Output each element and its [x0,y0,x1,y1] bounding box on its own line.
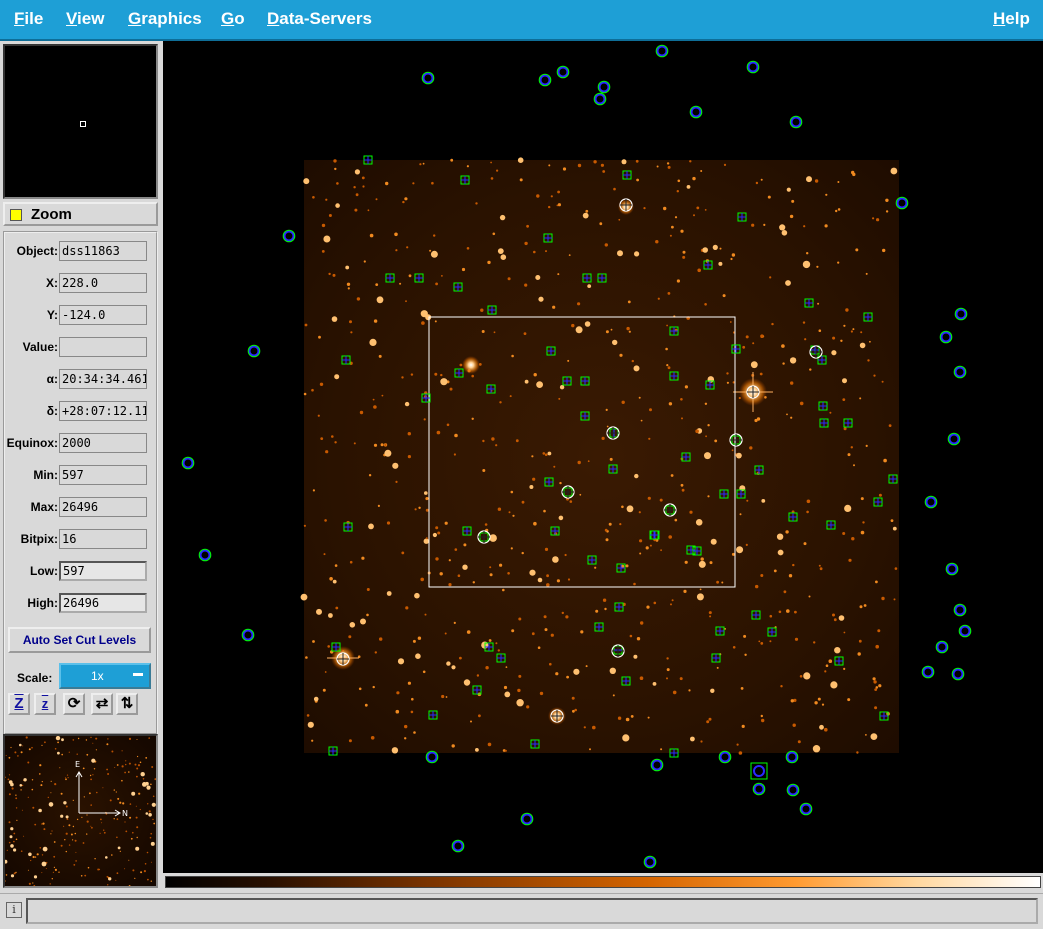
y-value: -124.0 [59,305,147,325]
zoom-indicator-icon [10,209,22,221]
value-label: Value: [22,340,58,354]
y-label: Y: [46,308,58,322]
menu-help-mnemonic: H [993,9,1006,28]
low-input[interactable]: 597 [59,561,147,581]
zoom-in-button[interactable]: Z [8,693,30,715]
flip-x-icon: ⇄ [95,695,109,712]
equinox-label: Equinox: [6,436,58,450]
menu-view-label: iew [77,9,105,28]
menu-help-label: elp [1005,9,1030,28]
info-row-min: Min: 597 [5,465,156,487]
info-row-delta: δ: +28:07:12.11 [5,401,156,423]
panner-view-box[interactable] [80,121,86,127]
menu-file[interactable]: File [14,9,43,29]
info-row-y: Y: -124.0 [5,305,156,327]
thumbnail-image[interactable]: E N [3,734,158,888]
menu-data-servers-mnemonic: D [267,9,280,28]
image-display[interactable] [163,41,1043,873]
info-row-equinox: Equinox: 2000 [5,433,156,455]
info-icon: i [6,902,22,918]
compass-north-label: N [122,809,128,818]
panner-window[interactable] [3,44,158,199]
object-value: dss11863 [59,241,147,261]
compass-east-label: E [75,760,80,769]
info-row-value: Value: [5,337,156,359]
info-row-object: Object: dss11863 [5,241,156,263]
max-label: Max: [30,500,58,514]
image-canvas[interactable] [163,41,1043,873]
menu-bar: File View Graphics Go Data-Servers Help [0,0,1043,41]
menu-graphics[interactable]: Graphics [128,9,202,29]
zoom-tab[interactable]: Zoom [3,202,158,226]
info-row-high: High: 26496 [5,593,156,615]
pixel-value [59,337,147,357]
info-row-bitpix: Bitpix: 16 [5,529,156,551]
menu-help[interactable]: Help [993,9,1030,29]
auto-set-cut-levels-button[interactable]: Auto Set Cut Levels [8,627,151,653]
alpha-label: α: [46,372,58,386]
x-value: 228.0 [59,273,147,293]
zoom-out-icon: z [41,696,49,711]
bitpix-label: Bitpix: [20,532,58,546]
zoom-label: Zoom [31,206,72,223]
bitpix-value: 16 [59,529,147,549]
rotate-button[interactable]: ⟳ [63,693,85,715]
colorbar[interactable] [163,873,1043,890]
menu-graphics-mnemonic: G [128,9,142,28]
image-info-panel: Object: dss11863 X: 228.0 Y: -124.0 Value: … [3,231,158,735]
dropdown-indicator-icon [133,673,143,676]
zoom-out-button[interactable]: z [34,693,56,715]
menu-graphics-label: raphics [141,9,202,28]
x-label: X: [46,276,58,290]
menu-data-servers[interactable]: Data-Servers [267,9,372,29]
thumbnail-canvas: E N [5,736,156,886]
low-label: Low: [30,564,58,578]
scale-select[interactable]: 1x [59,663,151,689]
delta-label: δ: [46,404,58,418]
status-message [26,898,1038,924]
left-panel: Zoom Object: dss11863 X: 228.0 Y: -124.0 Va… [0,41,163,890]
max-value: 26496 [59,497,147,517]
flip-x-button[interactable]: ⇄ [91,693,113,715]
flip-y-icon: ⇅ [120,695,134,712]
menu-file-label: ile [24,9,44,28]
rotate-icon: ⟳ [67,695,81,712]
object-label: Object: [16,244,58,258]
alpha-value: 20:34:34.461 [59,369,147,389]
info-row-low: Low: 597 [5,561,156,583]
menu-go-label: o [234,9,245,28]
info-row-x: X: 228.0 [5,273,156,295]
delta-value: +28:07:12.11 [59,401,147,421]
colorbar-gradient [165,876,1041,888]
equinox-value: 2000 [59,433,147,453]
menu-data-servers-label: ata-Servers [279,9,372,28]
menu-file-mnemonic: F [14,9,25,28]
min-label: Min: [33,468,58,482]
info-row-max: Max: 26496 [5,497,156,519]
menu-view-mnemonic: V [66,9,78,28]
menu-go-mnemonic: G [221,9,235,28]
scale-value: 1x [91,669,104,683]
sky-image [304,160,899,753]
zoom-in-icon: Z [14,695,24,712]
scale-label: Scale: [17,671,53,685]
info-row-alpha: α: 20:34:34.461 [5,369,156,391]
menu-go[interactable]: Go [221,9,245,29]
flip-y-button[interactable]: ⇅ [116,693,138,715]
high-input[interactable]: 26496 [59,593,147,613]
status-bar: i [0,893,1043,929]
min-value: 597 [59,465,147,485]
menu-view[interactable]: View [66,9,104,29]
high-label: High: [27,596,58,610]
